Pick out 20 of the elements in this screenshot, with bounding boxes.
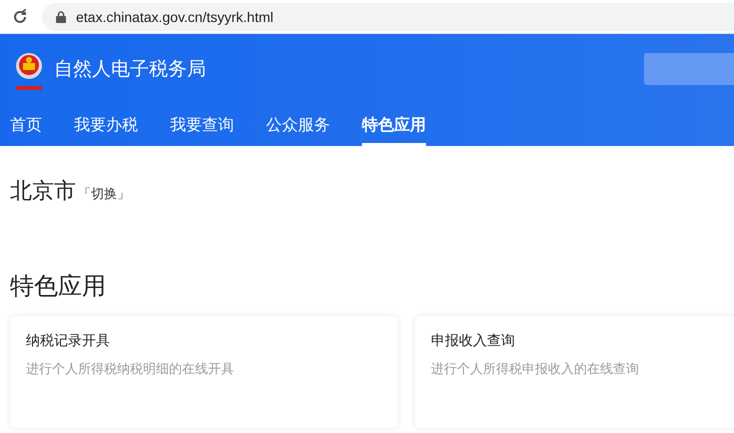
nav-tab[interactable]: 首页 <box>10 104 42 146</box>
card-title: 申报收入查询 <box>431 332 516 350</box>
search-field[interactable] <box>644 53 734 85</box>
city-name: 北京市 <box>10 178 76 206</box>
lock-icon <box>56 10 66 22</box>
nav-tab[interactable]: 我要办税 <box>74 104 138 146</box>
nav-tab[interactable]: 公众服务 <box>266 104 330 146</box>
nav-tab[interactable]: 特色应用 <box>362 104 426 146</box>
card-description: 进行个人所得税申报收入的在线查询 <box>431 361 640 378</box>
card-description: 进行个人所得税纳税明细的在线开具 <box>26 361 235 378</box>
address-bar[interactable]: etax.chinatax.gov.cn/tsyyrk.html <box>42 2 734 30</box>
site-title: 自然人电子税务局 <box>54 57 206 82</box>
section-title: 特色应用 <box>10 271 107 302</box>
reload-icon[interactable] <box>12 8 28 24</box>
app-card[interactable]: 申报收入查询 进行个人所得税申报收入的在线查询 <box>415 316 734 428</box>
card-title: 纳税记录开具 <box>26 332 111 350</box>
app-card[interactable]: 纳税记录开具 进行个人所得税纳税明细的在线开具 <box>10 316 398 428</box>
nav-tab[interactable]: 我要查询 <box>170 104 234 146</box>
switch-link[interactable]: 「切换」 <box>78 185 130 203</box>
url-text: etax.chinatax.gov.cn/tsyyrk.html <box>76 8 274 24</box>
